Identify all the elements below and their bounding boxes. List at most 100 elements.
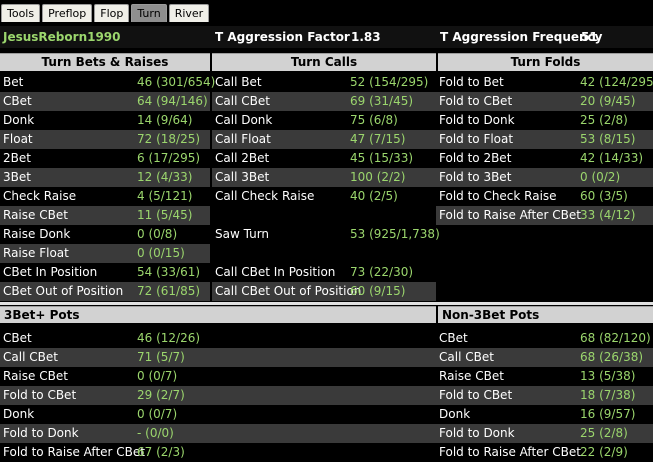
stat-label: CBet bbox=[3, 94, 32, 108]
stat-label: Raise CBet bbox=[3, 208, 68, 222]
stat-row: Call 3Bet 100 (2/2) bbox=[212, 168, 436, 187]
tab-bar: Tools Preflop Flop Turn River bbox=[0, 0, 653, 22]
stat-label: Fold to Donk bbox=[439, 113, 515, 127]
stat-row: Raise CBet 13 (5/38) bbox=[436, 367, 653, 386]
stat-label: Fold to Raise After CBet bbox=[439, 445, 581, 459]
tab-turn[interactable]: Turn bbox=[131, 4, 167, 22]
stat-label: Call CBet bbox=[3, 350, 58, 364]
stat-value: 60 (9/15) bbox=[350, 284, 406, 298]
stat-label: 3Bet bbox=[3, 170, 31, 184]
stat-value: 46 (12/26) bbox=[137, 331, 201, 345]
stat-row: Fold to 2Bet 42 (14/33) bbox=[436, 149, 653, 168]
stat-value: 13 (5/38) bbox=[580, 369, 636, 383]
stat-value: 42 (14/33) bbox=[580, 151, 644, 165]
stat-row: Fold to Donk 25 (2/8) bbox=[436, 111, 653, 130]
stat-row: Call CBet 69 (31/45) bbox=[212, 92, 436, 111]
stat-row: Fold to CBet 20 (9/45) bbox=[436, 92, 653, 111]
stat-value: 6 (17/295) bbox=[137, 151, 201, 165]
aggression-factor-value: 1.83 bbox=[351, 30, 381, 44]
stat-value: 0 (0/7) bbox=[137, 407, 178, 421]
stat-label: Raise CBet bbox=[3, 369, 68, 383]
stat-value: 68 (82/120) bbox=[580, 331, 651, 345]
stat-row: Call Bet 52 (154/295) bbox=[212, 73, 436, 92]
stat-label: Fold to Bet bbox=[439, 75, 504, 89]
section-turn-folds: Turn Folds bbox=[438, 53, 653, 71]
stat-value: 52 (154/295) bbox=[350, 75, 429, 89]
stat-label: Check Raise bbox=[3, 189, 77, 203]
stat-row: CBet Out of Position 72 (61/85) bbox=[0, 282, 210, 301]
stat-label: Fold to Float bbox=[439, 132, 514, 146]
stat-label: Fold to Check Raise bbox=[439, 189, 557, 203]
aggression-factor-label: T Aggression Factor bbox=[215, 30, 350, 44]
stat-row: Call CBet Out of Position 60 (9/15) bbox=[212, 282, 436, 301]
stat-row: Fold to Raise After CBet 22 (2/9) bbox=[436, 443, 653, 462]
stat-label: CBet Out of Position bbox=[3, 284, 124, 298]
stat-row: Fold to 3Bet 0 (0/2) bbox=[436, 168, 653, 187]
stat-row: Donk 16 (9/57) bbox=[436, 405, 653, 424]
stat-value: 53 (925/1,738) bbox=[350, 227, 440, 241]
stat-row: Fold to Raise After CBet 33 (4/12) bbox=[436, 206, 653, 225]
stat-label: Fold to Raise After CBet bbox=[3, 445, 145, 459]
stat-value: 69 (31/45) bbox=[350, 94, 414, 108]
stat-row: CBet 68 (82/120) bbox=[436, 329, 653, 348]
stat-label: Donk bbox=[3, 113, 35, 127]
stat-value: 47 (7/15) bbox=[350, 132, 406, 146]
tab-preflop[interactable]: Preflop bbox=[42, 4, 93, 22]
stat-value: 14 (9/64) bbox=[137, 113, 193, 127]
stat-label: Fold to 3Bet bbox=[439, 170, 512, 184]
stat-row: CBet In Position 54 (33/61) bbox=[0, 263, 210, 282]
stat-label: Call Float bbox=[215, 132, 271, 146]
stat-row: Fold to Float 53 (8/15) bbox=[436, 130, 653, 149]
stat-label: Float bbox=[3, 132, 33, 146]
stat-value: 16 (9/57) bbox=[580, 407, 636, 421]
stat-label: CBet bbox=[439, 331, 468, 345]
stat-row: Float 72 (18/25) bbox=[0, 130, 210, 149]
stat-value: 100 (2/2) bbox=[350, 170, 406, 184]
stat-label: CBet In Position bbox=[3, 265, 98, 279]
tab-flop[interactable]: Flop bbox=[94, 4, 130, 22]
stat-row: 2Bet 6 (17/295) bbox=[0, 149, 210, 168]
stat-row: Call Float 47 (7/15) bbox=[212, 130, 436, 149]
stat-value: 29 (2/7) bbox=[137, 388, 185, 402]
stat-row: CBet 46 (12/26) bbox=[0, 329, 436, 348]
stat-value: 71 (5/7) bbox=[137, 350, 185, 364]
stat-row: Donk 14 (9/64) bbox=[0, 111, 210, 130]
stat-label: Raise Float bbox=[3, 246, 69, 260]
stat-value: 73 (22/30) bbox=[350, 265, 414, 279]
stat-row: Raise CBet 0 (0/7) bbox=[0, 367, 436, 386]
stat-row: Fold to CBet 18 (7/38) bbox=[436, 386, 653, 405]
stat-value: 33 (4/12) bbox=[580, 208, 636, 222]
stat-row: Call 2Bet 45 (15/33) bbox=[212, 149, 436, 168]
stat-row: Fold to Check Raise 60 (3/5) bbox=[436, 187, 653, 206]
section-non-3bet-pots: Non-3Bet Pots bbox=[438, 306, 653, 323]
stat-value: 11 (5/45) bbox=[137, 208, 193, 222]
stat-row: Fold to Donk - (0/0) bbox=[0, 424, 436, 443]
stat-row: Call CBet In Position 73 (22/30) bbox=[212, 263, 436, 282]
stat-row: Bet 46 (301/654) bbox=[0, 73, 215, 92]
stat-value: 25 (2/8) bbox=[580, 113, 628, 127]
stat-value: 46 (301/654) bbox=[137, 75, 216, 89]
stat-row bbox=[212, 206, 436, 225]
stat-label: Fold to Donk bbox=[3, 426, 79, 440]
stat-label: Fold to CBet bbox=[439, 94, 513, 108]
stat-value: 4 (5/121) bbox=[137, 189, 193, 203]
stat-row: Call Check Raise 40 (2/5) bbox=[212, 187, 436, 206]
stat-label: Raise CBet bbox=[439, 369, 504, 383]
tab-tools[interactable]: Tools bbox=[1, 4, 41, 22]
stat-row: Fold to Bet 42 (124/295) bbox=[436, 73, 653, 92]
stat-label: Call Bet bbox=[215, 75, 262, 89]
stat-label: Fold to CBet bbox=[439, 388, 513, 402]
stat-value: 12 (4/33) bbox=[137, 170, 193, 184]
tab-river[interactable]: River bbox=[168, 4, 210, 22]
stat-row: Raise Donk 0 (0/8) bbox=[0, 225, 210, 244]
stat-value: 53 (8/15) bbox=[580, 132, 636, 146]
stat-value: 0 (0/7) bbox=[137, 369, 178, 383]
stat-label: Fold to CBet bbox=[3, 388, 77, 402]
stat-value: 22 (2/9) bbox=[580, 445, 628, 459]
stat-row: Fold to Donk 25 (2/8) bbox=[436, 424, 653, 443]
stat-row bbox=[212, 244, 436, 263]
player-header: JesusReborn1990 T Aggression Factor 1.83… bbox=[0, 26, 653, 48]
stat-row: Check Raise 4 (5/121) bbox=[0, 187, 210, 206]
aggression-frequency-value: 51 bbox=[581, 30, 598, 44]
stat-value: 68 (26/38) bbox=[580, 350, 644, 364]
